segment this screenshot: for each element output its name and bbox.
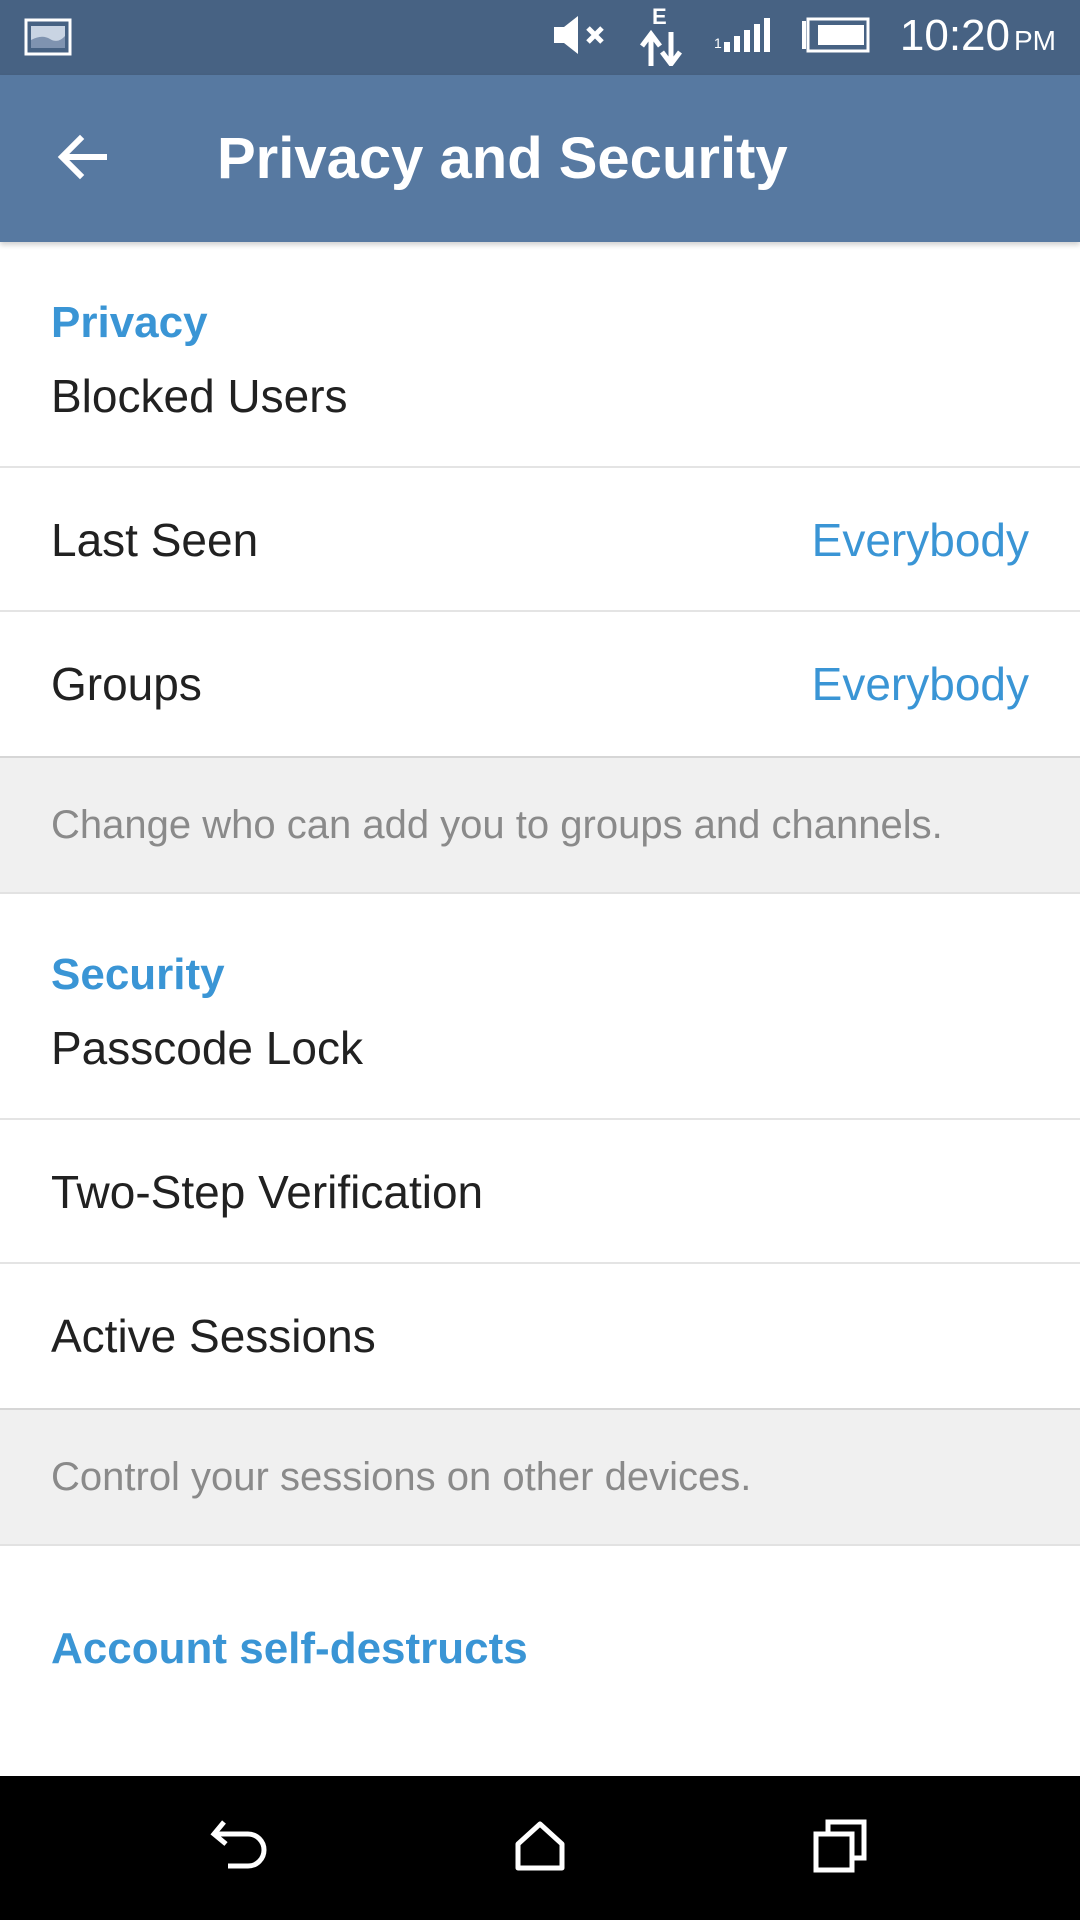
screen: E 1 10:20 PM Privacy and Security Privac… bbox=[0, 0, 1080, 1920]
row-value: Everybody bbox=[811, 658, 1029, 710]
screenshot-thumbnail-icon bbox=[24, 18, 72, 61]
nav-back-button[interactable] bbox=[204, 1812, 276, 1884]
navigation-bar bbox=[0, 1776, 1080, 1920]
section-header-account-self-destructs: Account self-destructs bbox=[51, 1624, 528, 1673]
signal-icon: 1 bbox=[714, 18, 770, 57]
nav-home-button[interactable] bbox=[504, 1812, 576, 1884]
row-label: Blocked Users bbox=[51, 370, 348, 422]
nav-recents-icon bbox=[812, 1818, 868, 1879]
back-button[interactable] bbox=[40, 117, 124, 201]
row-active-sessions[interactable]: Active Sessions bbox=[0, 1264, 1080, 1408]
status-bar: E 1 10:20 PM bbox=[0, 0, 1080, 75]
status-time: 10:20 PM bbox=[900, 0, 1056, 78]
row-passcode-lock[interactable]: Passcode Lock bbox=[0, 994, 1080, 1120]
status-icons: E 1 10:20 PM bbox=[550, 0, 1056, 75]
section-header-security: Security bbox=[51, 950, 225, 999]
row-label: Two-Step Verification bbox=[51, 1166, 484, 1218]
mute-icon bbox=[550, 13, 608, 62]
svg-text:E: E bbox=[652, 4, 667, 29]
time-text: 10:20 bbox=[899, 10, 1010, 60]
svg-text:1: 1 bbox=[714, 35, 722, 51]
section-header-privacy: Privacy bbox=[51, 298, 208, 347]
row-value: Everybody bbox=[811, 514, 1029, 566]
nav-recents-button[interactable] bbox=[804, 1812, 876, 1884]
settings-list: Privacy Blocked Users Last Seen Everybod… bbox=[0, 242, 1080, 1776]
page-title: Privacy and Security bbox=[217, 126, 788, 191]
row-label: Active Sessions bbox=[51, 1310, 376, 1362]
row-last-seen[interactable]: Last Seen Everybody bbox=[0, 468, 1080, 612]
time-ampm: PM bbox=[1014, 24, 1056, 56]
security-info-text: Control your sessions on other devices. bbox=[0, 1408, 1080, 1546]
row-blocked-users[interactable]: Blocked Users bbox=[0, 342, 1080, 468]
app-bar: Privacy and Security bbox=[0, 75, 1080, 242]
row-label: Groups bbox=[51, 658, 202, 710]
row-two-step-verification[interactable]: Two-Step Verification bbox=[0, 1120, 1080, 1264]
battery-icon bbox=[800, 17, 870, 58]
row-label: Passcode Lock bbox=[51, 1022, 363, 1074]
data-edge-icon: E bbox=[638, 4, 684, 71]
privacy-info-text: Change who can add you to groups and cha… bbox=[0, 756, 1080, 894]
row-label: Last Seen bbox=[51, 514, 259, 566]
row-groups[interactable]: Groups Everybody bbox=[0, 612, 1080, 756]
back-arrow-icon bbox=[54, 129, 110, 190]
nav-home-icon bbox=[512, 1818, 568, 1879]
nav-back-icon bbox=[210, 1818, 270, 1879]
